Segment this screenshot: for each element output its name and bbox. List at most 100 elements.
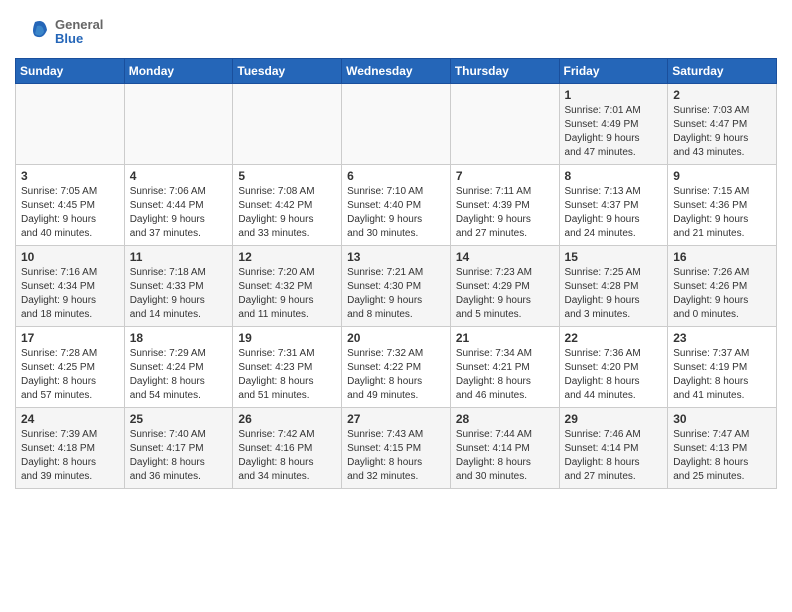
weekday-header-monday: Monday (124, 59, 233, 84)
day-info: Sunrise: 7:13 AM Sunset: 4:37 PM Dayligh… (565, 185, 663, 241)
day-cell: 12 Sunrise: 7:20 AM Sunset: 4:32 PM Dayli… (233, 246, 342, 327)
day-info: Sunrise: 7:42 AM Sunset: 4:16 PM Dayligh… (238, 428, 336, 484)
week-row-3: 10Sunrise: 7:16 AM Sunset: 4:34 PM Dayli… (16, 246, 777, 327)
day-number: 19 (238, 331, 336, 345)
day-info: Sunrise: 7:32 AM Sunset: 4:22 PM Dayligh… (347, 347, 445, 403)
day-info: Sunrise: 7:34 AM Sunset: 4:21 PM Dayligh… (456, 347, 554, 403)
day-cell: 19 Sunrise: 7:31 AM Sunset: 4:23 PM Dayli… (233, 327, 342, 408)
day-info: Sunrise: 7:39 AM Sunset: 4:18 PM Dayligh… (21, 428, 119, 484)
day-number: 16 (673, 250, 771, 264)
day-cell: 4Sunrise: 7:06 AM Sunset: 4:44 PM Daylig… (124, 165, 233, 246)
day-cell (16, 84, 125, 165)
day-number: 9 (673, 169, 771, 183)
week-row-5: 24 Sunrise: 7:39 AM Sunset: 4:18 PM Dayli… (16, 408, 777, 489)
day-number: 21 (456, 331, 554, 345)
day-number: 1 (565, 88, 663, 102)
day-cell: 3 Sunrise: 7:05 AM Sunset: 4:45 PM Daylig… (16, 165, 125, 246)
day-info: Sunrise: 7:25 AM Sunset: 4:28 PM Dayligh… (565, 266, 663, 322)
day-cell: 11 Sunrise: 7:18 AM Sunset: 4:33 PM Dayli… (124, 246, 233, 327)
day-info: Sunrise: 7:11 AM Sunset: 4:39 PM Dayligh… (456, 185, 554, 241)
day-cell: 23 Sunrise: 7:37 AM Sunset: 4:19 PM Dayli… (668, 327, 777, 408)
day-cell: 5Sunrise: 7:08 AM Sunset: 4:42 PM Daylig… (233, 165, 342, 246)
day-info: Sunrise: 7:29 AM Sunset: 4:24 PM Dayligh… (130, 347, 228, 403)
day-cell: 6 Sunrise: 7:10 AM Sunset: 4:40 PM Daylig… (342, 165, 451, 246)
weekday-header-thursday: Thursday (450, 59, 559, 84)
day-cell: 14 Sunrise: 7:23 AM Sunset: 4:29 PM Dayli… (450, 246, 559, 327)
day-info: Sunrise: 7:47 AM Sunset: 4:13 PM Dayligh… (673, 428, 771, 484)
weekday-header-row: SundayMondayTuesdayWednesdayThursdayFrid… (16, 59, 777, 84)
day-number: 12 (238, 250, 336, 264)
day-number: 17 (21, 331, 119, 345)
day-cell: 10Sunrise: 7:16 AM Sunset: 4:34 PM Dayli… (16, 246, 125, 327)
day-number: 10 (21, 250, 119, 264)
day-number: 18 (130, 331, 228, 345)
day-number: 27 (347, 412, 445, 426)
day-cell: 7 Sunrise: 7:11 AM Sunset: 4:39 PM Daylig… (450, 165, 559, 246)
weekday-header-friday: Friday (559, 59, 668, 84)
day-info: Sunrise: 7:43 AM Sunset: 4:15 PM Dayligh… (347, 428, 445, 484)
day-number: 24 (21, 412, 119, 426)
calendar-table: SundayMondayTuesdayWednesdayThursdayFrid… (15, 58, 777, 489)
day-cell: 17 Sunrise: 7:28 AM Sunset: 4:25 PM Dayli… (16, 327, 125, 408)
day-cell: 18 Sunrise: 7:29 AM Sunset: 4:24 PM Dayli… (124, 327, 233, 408)
day-cell: 27 Sunrise: 7:43 AM Sunset: 4:15 PM Dayli… (342, 408, 451, 489)
weekday-header-tuesday: Tuesday (233, 59, 342, 84)
day-info: Sunrise: 7:28 AM Sunset: 4:25 PM Dayligh… (21, 347, 119, 403)
day-number: 11 (130, 250, 228, 264)
week-row-2: 3 Sunrise: 7:05 AM Sunset: 4:45 PM Daylig… (16, 165, 777, 246)
day-number: 25 (130, 412, 228, 426)
day-number: 22 (565, 331, 663, 345)
day-info: Sunrise: 7:46 AM Sunset: 4:14 PM Dayligh… (565, 428, 663, 484)
day-number: 20 (347, 331, 445, 345)
logo: General Blue (15, 14, 103, 50)
logo-blue: Blue (55, 32, 103, 46)
day-info: Sunrise: 7:06 AM Sunset: 4:44 PM Dayligh… (130, 185, 228, 241)
day-info: Sunrise: 7:18 AM Sunset: 4:33 PM Dayligh… (130, 266, 228, 322)
day-cell: 22 Sunrise: 7:36 AM Sunset: 4:20 PM Dayli… (559, 327, 668, 408)
day-info: Sunrise: 7:03 AM Sunset: 4:47 PM Dayligh… (673, 104, 771, 160)
weekday-header-sunday: Sunday (16, 59, 125, 84)
day-number: 26 (238, 412, 336, 426)
header: General Blue (15, 10, 777, 50)
day-number: 8 (565, 169, 663, 183)
day-info: Sunrise: 7:20 AM Sunset: 4:32 PM Dayligh… (238, 266, 336, 322)
day-cell: 24 Sunrise: 7:39 AM Sunset: 4:18 PM Dayli… (16, 408, 125, 489)
day-cell (124, 84, 233, 165)
day-info: Sunrise: 7:05 AM Sunset: 4:45 PM Dayligh… (21, 185, 119, 241)
day-number: 2 (673, 88, 771, 102)
day-info: Sunrise: 7:36 AM Sunset: 4:20 PM Dayligh… (565, 347, 663, 403)
day-info: Sunrise: 7:26 AM Sunset: 4:26 PM Dayligh… (673, 266, 771, 322)
day-cell: 21 Sunrise: 7:34 AM Sunset: 4:21 PM Dayli… (450, 327, 559, 408)
day-cell: 20 Sunrise: 7:32 AM Sunset: 4:22 PM Dayli… (342, 327, 451, 408)
day-cell (233, 84, 342, 165)
day-cell: 13 Sunrise: 7:21 AM Sunset: 4:30 PM Dayli… (342, 246, 451, 327)
day-number: 7 (456, 169, 554, 183)
day-info: Sunrise: 7:08 AM Sunset: 4:42 PM Dayligh… (238, 185, 336, 241)
day-number: 3 (21, 169, 119, 183)
day-cell: 29 Sunrise: 7:46 AM Sunset: 4:14 PM Dayli… (559, 408, 668, 489)
week-row-4: 17 Sunrise: 7:28 AM Sunset: 4:25 PM Dayli… (16, 327, 777, 408)
day-number: 13 (347, 250, 445, 264)
day-number: 29 (565, 412, 663, 426)
day-number: 30 (673, 412, 771, 426)
day-cell: 9Sunrise: 7:15 AM Sunset: 4:36 PM Daylig… (668, 165, 777, 246)
day-info: Sunrise: 7:10 AM Sunset: 4:40 PM Dayligh… (347, 185, 445, 241)
day-info: Sunrise: 7:23 AM Sunset: 4:29 PM Dayligh… (456, 266, 554, 322)
day-info: Sunrise: 7:31 AM Sunset: 4:23 PM Dayligh… (238, 347, 336, 403)
day-cell: 30 Sunrise: 7:47 AM Sunset: 4:13 PM Dayli… (668, 408, 777, 489)
day-info: Sunrise: 7:40 AM Sunset: 4:17 PM Dayligh… (130, 428, 228, 484)
day-cell: 1 Sunrise: 7:01 AM Sunset: 4:49 PM Daylig… (559, 84, 668, 165)
day-info: Sunrise: 7:44 AM Sunset: 4:14 PM Dayligh… (456, 428, 554, 484)
week-row-1: 1 Sunrise: 7:01 AM Sunset: 4:49 PM Daylig… (16, 84, 777, 165)
day-info: Sunrise: 7:01 AM Sunset: 4:49 PM Dayligh… (565, 104, 663, 160)
day-number: 23 (673, 331, 771, 345)
day-number: 28 (456, 412, 554, 426)
day-cell: 28 Sunrise: 7:44 AM Sunset: 4:14 PM Dayli… (450, 408, 559, 489)
weekday-header-wednesday: Wednesday (342, 59, 451, 84)
day-info: Sunrise: 7:21 AM Sunset: 4:30 PM Dayligh… (347, 266, 445, 322)
day-cell: 25 Sunrise: 7:40 AM Sunset: 4:17 PM Dayli… (124, 408, 233, 489)
day-number: 6 (347, 169, 445, 183)
day-info: Sunrise: 7:37 AM Sunset: 4:19 PM Dayligh… (673, 347, 771, 403)
logo-general: General (55, 18, 103, 32)
day-number: 14 (456, 250, 554, 264)
